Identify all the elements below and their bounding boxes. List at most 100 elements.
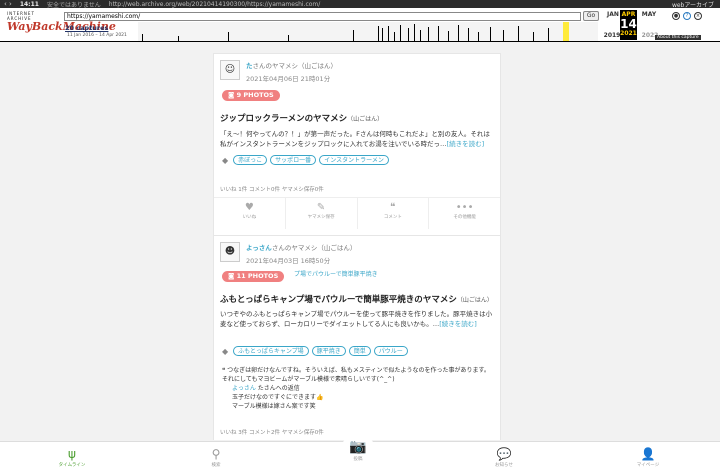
- current-year: 2021: [620, 30, 637, 37]
- read-more-link[interactable]: [続きを読む]: [447, 140, 485, 148]
- tag[interactable]: 赤ぼっこ: [233, 155, 268, 165]
- save-label: ヤマメシ保存: [307, 215, 335, 220]
- avatar[interactable]: ☻: [220, 242, 240, 262]
- tag-list: ◆ 赤ぼっこ サッポロ一番 インスタントラーメン: [222, 155, 389, 165]
- photo-count-badge[interactable]: ◙ 11 PHOTOS: [222, 271, 285, 282]
- photo-count-badge[interactable]: ◙ 9 PHOTOS: [222, 90, 280, 101]
- author-name[interactable]: よっさん: [246, 244, 272, 252]
- current-capture: APR 14 2021: [620, 10, 637, 40]
- clock: 14:11: [19, 0, 39, 8]
- reply-to: たさんへの返信: [257, 385, 300, 392]
- post-title-sub: （山ごはん）: [456, 297, 493, 304]
- post-card[interactable]: ☻ よっさんさんのヤマメシ（山ごはん） 2021年04月03日 16時50分 プ…: [213, 235, 501, 440]
- comment-label: コメント: [383, 215, 402, 220]
- help-icon[interactable]: ?: [683, 12, 691, 20]
- post-title-text: ふもとっぱらキャンプ場でパウルーで簡単豚平焼きのヤマメシ: [220, 295, 457, 305]
- browser-status-bar: ‹ › 14:11 安全ではありません http://web.archive.o…: [0, 0, 720, 8]
- captures-link[interactable]: 20 captures: [65, 24, 108, 32]
- tag[interactable]: サッポロ一番: [270, 155, 317, 165]
- tag[interactable]: ふもとっぱらキャンプ場: [233, 346, 309, 356]
- post-stats: いいね 1件 コメント0件 ヤマメシ保存0件: [220, 187, 324, 193]
- read-more-link[interactable]: [続きを読む]: [439, 320, 477, 328]
- post-label: 投稿: [353, 457, 363, 462]
- captures-range: 11 Jan 2016 – 14 Apr 2021: [67, 33, 127, 38]
- about-capture-link[interactable]: About this capture: [655, 35, 701, 40]
- post-card[interactable]: ☺ たさんのヤマメシ（山ごはん） 2021年04月06日 21時01分 イン ◙…: [213, 53, 501, 238]
- tag[interactable]: 簡単: [348, 346, 371, 356]
- prev-year-link[interactable]: 2019: [603, 32, 621, 39]
- heart-icon: ♥: [244, 202, 254, 213]
- reply-line: 玉子だけなのですぐにできます👍: [232, 394, 324, 401]
- reply-line: マーブル模様は嫁さん案です笑: [232, 403, 316, 410]
- tab-title[interactable]: webアーカイブ: [672, 0, 720, 9]
- browser-nav-icons[interactable]: ‹ ›: [4, 0, 12, 8]
- bookmark-icon: ✎: [316, 202, 326, 213]
- nav-search[interactable]: ⚲ 検索: [144, 442, 288, 473]
- post-author[interactable]: ☺ たさんのヤマメシ（山ごはん） 2021年04月06日 21時01分: [220, 60, 337, 83]
- camera-icon: 📷: [349, 439, 367, 455]
- post-body: 「え～！何やってんの？！」が第一声だった。Fさんは何時もこれだよ」と別の友人。そ…: [220, 129, 496, 149]
- wayback-logo[interactable]: INTERNET ARCHIVE WayBackMachine: [7, 11, 116, 33]
- wayback-toolbar: INTERNET ARCHIVE WayBackMachine https://…: [0, 8, 720, 42]
- post-body: いつぞやのふもとっぱらキャンプ場でパウルーを使って豚平焼きを作りました。豚平焼き…: [220, 309, 496, 329]
- fork-knife-icon: ψ: [68, 447, 76, 461]
- photo-count: 9 PHOTOS: [236, 91, 274, 99]
- current-day: 14: [620, 17, 637, 31]
- comment-text: つなぎは卵だけなんですね。そういえば、私もメスティンで似たようなのを作った事があ…: [222, 367, 490, 383]
- timeline: ☺ たさんのヤマメシ（山ごはん） 2021年04月06日 21時01分 イン ◙…: [0, 42, 720, 440]
- comment-thread: ❝ つなぎは卵だけなんですね。そういえば、私もメスティンで似たようなのを作った事…: [222, 366, 494, 411]
- nav-label: タイムライン: [58, 463, 86, 468]
- post-author[interactable]: ☻ よっさんさんのヤマメシ（山ごはん） 2021年04月03日 16時50分: [220, 242, 356, 265]
- post-date: 2021年04月03日 16時50分: [246, 257, 331, 265]
- more-icon: •••: [455, 202, 474, 213]
- nav-timeline[interactable]: ψ タイムライン: [0, 442, 144, 473]
- photo-count: 11 PHOTOS: [236, 272, 279, 280]
- post-button[interactable]: 📷 投稿: [341, 433, 375, 467]
- camera-icon: ◙: [228, 91, 237, 99]
- post-stats: いいね 3件 コメント2件 ヤマメシ保存0件: [220, 430, 324, 436]
- wayback-icons: ● ? ×: [672, 12, 702, 20]
- search-icon: ⚲: [211, 447, 221, 461]
- person-icon: 👤: [640, 447, 656, 461]
- nav-label: お知らせ: [495, 463, 513, 468]
- nav-label: マイページ: [636, 463, 660, 468]
- tag-icon: ◆: [222, 155, 229, 165]
- browser-url[interactable]: http://web.archive.org/web/2021041419030…: [109, 1, 321, 8]
- reply-author[interactable]: よっさん: [232, 385, 256, 392]
- like-button[interactable]: ♥ いいね: [214, 198, 286, 229]
- go-button[interactable]: Go: [583, 11, 599, 21]
- author-suffix: さんのヤマメシ（山ごはん）: [252, 62, 338, 70]
- tag-icon: ◆: [222, 346, 229, 356]
- wayback-url-input[interactable]: https://yamameshi.com/: [64, 12, 581, 21]
- comment: ❝ つなぎは卵だけなんですね。そういえば、私もメスティンで似たようなのを作った事…: [222, 366, 494, 384]
- comment-button[interactable]: ❝ コメント: [358, 198, 430, 229]
- post-title[interactable]: ふもとっぱらキャンプ場でパウルーで簡単豚平焼きのヤマメシ（山ごはん）: [220, 293, 493, 305]
- capture-sparkline[interactable]: [138, 22, 598, 41]
- close-icon[interactable]: ×: [694, 12, 702, 20]
- post-title-sub: （山ごはん）: [347, 116, 384, 123]
- like-label: いいね: [242, 215, 257, 220]
- user-icon[interactable]: ●: [672, 12, 680, 20]
- post-actions: ♥ いいね ✎ ヤマメシ保存 ❝ コメント ••• その他機能: [214, 197, 500, 229]
- tag[interactable]: インスタントラーメン: [319, 155, 389, 165]
- next-month-link[interactable]: MAY: [640, 11, 658, 18]
- more-button[interactable]: ••• その他機能: [429, 198, 500, 229]
- security-indicator: 安全ではありません: [46, 1, 101, 9]
- tag[interactable]: 豚平焼き: [311, 346, 346, 356]
- post-date: 2021年04月06日 21時01分: [246, 75, 331, 83]
- nav-notifications[interactable]: 💬 お知らせ: [432, 442, 576, 473]
- reply: よっさん たさんへの返信 玉子だけなのですぐにできます👍 マーブル模様は嫁さん案…: [222, 384, 494, 411]
- bubble-icon: 💬: [496, 447, 512, 461]
- avatar[interactable]: ☺: [220, 60, 240, 80]
- more-label: その他機能: [453, 215, 476, 220]
- author-suffix: さんのヤマメシ（山ごはん）: [271, 244, 357, 252]
- post-title-text: ジップロックラーメンのヤマメシ: [220, 114, 348, 124]
- wayback-logo-big: WayBackMachine: [7, 20, 116, 33]
- nav-mypage[interactable]: 👤 マイページ: [576, 442, 720, 473]
- post-title[interactable]: ジップロックラーメンのヤマメシ（山ごはん）: [220, 112, 383, 124]
- tag-list: ◆ ふもとっぱらキャンプ場 豚平焼き 簡単 パウルー: [222, 346, 408, 356]
- tag[interactable]: パウルー: [373, 346, 408, 356]
- camera-icon: ◙: [228, 272, 237, 280]
- save-button[interactable]: ✎ ヤマメシ保存: [286, 198, 358, 229]
- broken-image-alt[interactable]: プ場でパウルーで簡単豚平焼き: [294, 269, 378, 278]
